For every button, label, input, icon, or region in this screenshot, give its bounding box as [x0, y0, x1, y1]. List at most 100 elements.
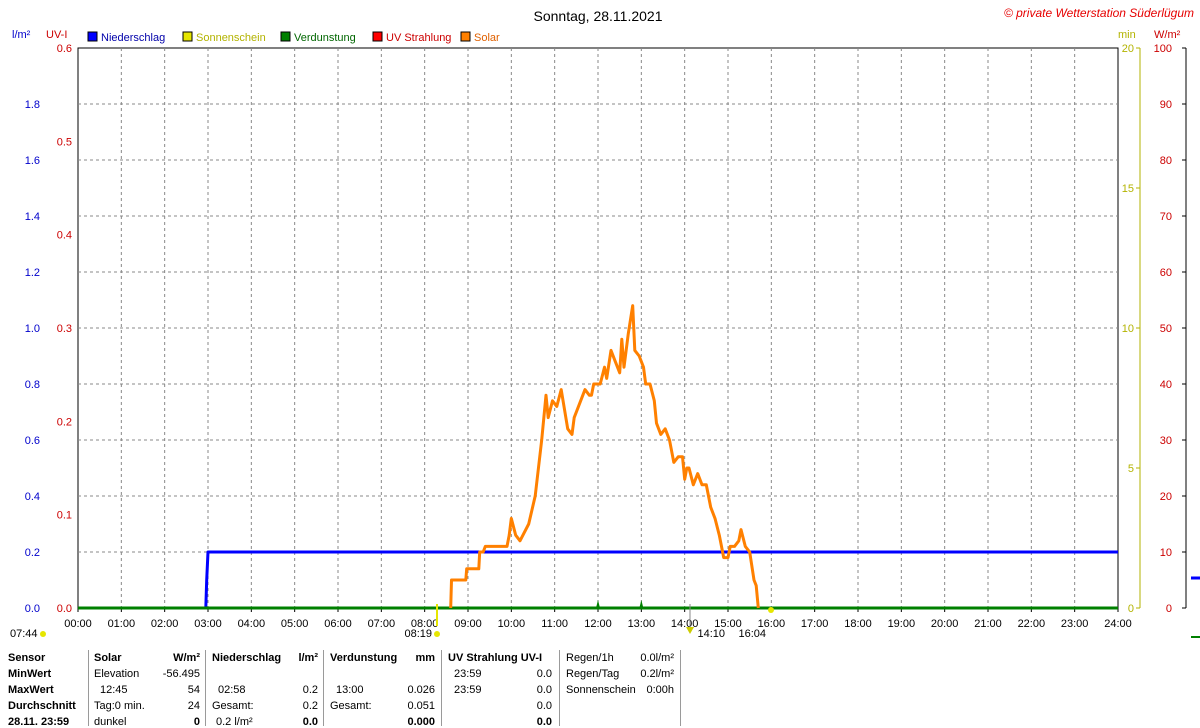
sun-icon	[434, 631, 440, 637]
right-axis-min-label: 10	[1122, 323, 1134, 335]
uv-min-time: 23:59	[454, 668, 482, 680]
right-axis-min-label: 15	[1122, 183, 1134, 195]
solar-min-value: -56.495	[162, 668, 200, 680]
rain-current-value: 0.0	[302, 716, 318, 728]
left-axis-uv-tick: 0.2	[57, 416, 72, 428]
solar-min-label: Elevation	[94, 668, 140, 680]
axis-unit-uv: UV-I	[46, 29, 67, 41]
solar-avg-value: 24	[187, 700, 200, 712]
right-axis-solar-label: 50	[1160, 323, 1172, 335]
uv-max-value: 0.0	[536, 684, 552, 696]
left-axis-rain-tick: 1.2	[25, 267, 40, 279]
x-tick-label: 24:00	[1104, 618, 1132, 630]
dawn-time-label: 08:19	[404, 628, 432, 640]
right-axis-solar-label: 90	[1160, 99, 1172, 111]
rain-max-value: 0.2	[302, 684, 318, 696]
right-axis-solar-label: 30	[1160, 435, 1172, 447]
axis-unit-minutes: min	[1118, 29, 1136, 41]
x-tick-label: 02:00	[151, 618, 179, 630]
x-tick-label: 14:00	[671, 618, 699, 630]
sunrise-time-label: 07:44	[10, 628, 38, 640]
left-axis-rain-tick: 0.8	[25, 379, 40, 391]
solar-header: Solar	[94, 652, 122, 664]
right-axis-solar-label: 10	[1160, 547, 1172, 559]
rain-header: Niederschlag	[212, 652, 282, 664]
legend-label: Niederschlag	[101, 32, 165, 44]
legend-swatch	[460, 31, 471, 42]
x-tick-label: 21:00	[974, 618, 1002, 630]
x-tick-label: 20:00	[931, 618, 959, 630]
row-label-max: MaxWert	[8, 684, 54, 696]
legend-label: Sonnenschein	[196, 32, 266, 44]
legend-label: UV Strahlung	[386, 32, 451, 44]
axis-unit-solar: W/m²	[1154, 29, 1181, 41]
weather-chart: Sonntag, 28.11.2021 © private Wetterstat…	[10, 6, 1200, 640]
row-label-date: 28.11. 23:59	[8, 716, 70, 728]
evap-total-label: Gesamt:	[330, 700, 372, 712]
evap-header: Verdunstung	[330, 652, 398, 664]
grid	[77, 47, 1187, 612]
legend-label: Verdunstung	[294, 32, 356, 44]
uv-avg-value: 0.0	[536, 700, 552, 712]
left-axis-uv-tick: 0.5	[57, 136, 72, 148]
left-axis-rain-tick: 1.8	[25, 99, 40, 111]
x-tick-label: 17:00	[801, 618, 829, 630]
right-axis-solar-label: 40	[1160, 379, 1172, 391]
left-axis-rain-tick: 1.4	[25, 211, 40, 223]
regen-tag-value: 0.2l/m²	[640, 668, 674, 680]
x-tick-label: 18:00	[844, 618, 872, 630]
right-axis-solar-label: 80	[1160, 155, 1172, 167]
series-solar	[449, 304, 760, 609]
evaporation-mark	[596, 600, 600, 608]
x-tick-label: 12:00	[584, 618, 612, 630]
x-tick-label: 05:00	[281, 618, 309, 630]
regen-1h-label: Regen/1h	[566, 652, 614, 664]
right-axis-solar-label: 60	[1160, 267, 1172, 279]
row-label-sensor: Sensor	[8, 652, 46, 664]
x-tick-label: 11:00	[541, 618, 568, 630]
left-axis-rain-tick: 0.0	[25, 603, 40, 615]
rain-current-label: 0.2 l/m²	[216, 716, 253, 728]
row-label-avg: Durchschnitt	[8, 700, 76, 712]
copyright-text: © private Wetterstation Süderlügum	[1004, 6, 1194, 20]
right-axis-solar-label: 0	[1166, 603, 1172, 615]
right-axis-min-label: 0	[1128, 603, 1134, 615]
right-axis-solar-label: 70	[1160, 211, 1172, 223]
x-tick-label: 13:00	[628, 618, 656, 630]
left-axis-uv-tick: 0.3	[57, 323, 72, 335]
evap-max-time: 13:00	[336, 684, 364, 696]
evap-current-value: 0.000	[407, 716, 435, 728]
solar-current-label: dunkel	[94, 716, 127, 728]
x-tick-label: 00:00	[64, 618, 92, 630]
x-tick-label: 10:00	[498, 618, 526, 630]
legend-swatch	[280, 31, 291, 42]
uv-current-value: 0.0	[536, 716, 552, 728]
solar-unit: W/m²	[173, 652, 200, 664]
x-tick-label: 23:00	[1061, 618, 1089, 630]
uv-max-time: 23:59	[454, 684, 482, 696]
sun-icon	[768, 607, 774, 613]
transit-marker-icon	[686, 627, 694, 634]
solar-avg-label: Tag:0 min.	[94, 700, 145, 712]
legend-label: Solar	[474, 32, 500, 44]
left-axis-rain-tick: 0.6	[25, 435, 40, 447]
chart-title: Sonntag, 28.11.2021	[534, 8, 663, 24]
left-axis-rain-tick: 0.2	[25, 547, 40, 559]
left-axis-uv-tick: 0.1	[57, 510, 72, 522]
x-tick-label: 01:00	[108, 618, 136, 630]
left-axis-uv-tick: 0.4	[57, 230, 72, 242]
sunset-time-label: 16:04	[738, 628, 766, 640]
x-tick-label: 19:00	[888, 618, 916, 630]
transit-time-label: 14:10	[697, 628, 725, 640]
left-axis-rain-tick: 1.6	[25, 155, 40, 167]
left-axis-uv-tick: 0.0	[57, 603, 72, 615]
x-tick-label: 09:00	[454, 618, 482, 630]
sonnenschein-value: 0:00h	[646, 684, 674, 696]
row-label-min: MinWert	[8, 668, 52, 680]
legend-swatch	[182, 31, 193, 42]
left-axis-uv-tick: 0.6	[57, 43, 72, 55]
right-axis-solar-label: 100	[1154, 43, 1172, 55]
evaporation-mark	[639, 600, 644, 608]
rain-total-label: Gesamt:	[212, 700, 254, 712]
evap-unit: mm	[415, 652, 435, 664]
